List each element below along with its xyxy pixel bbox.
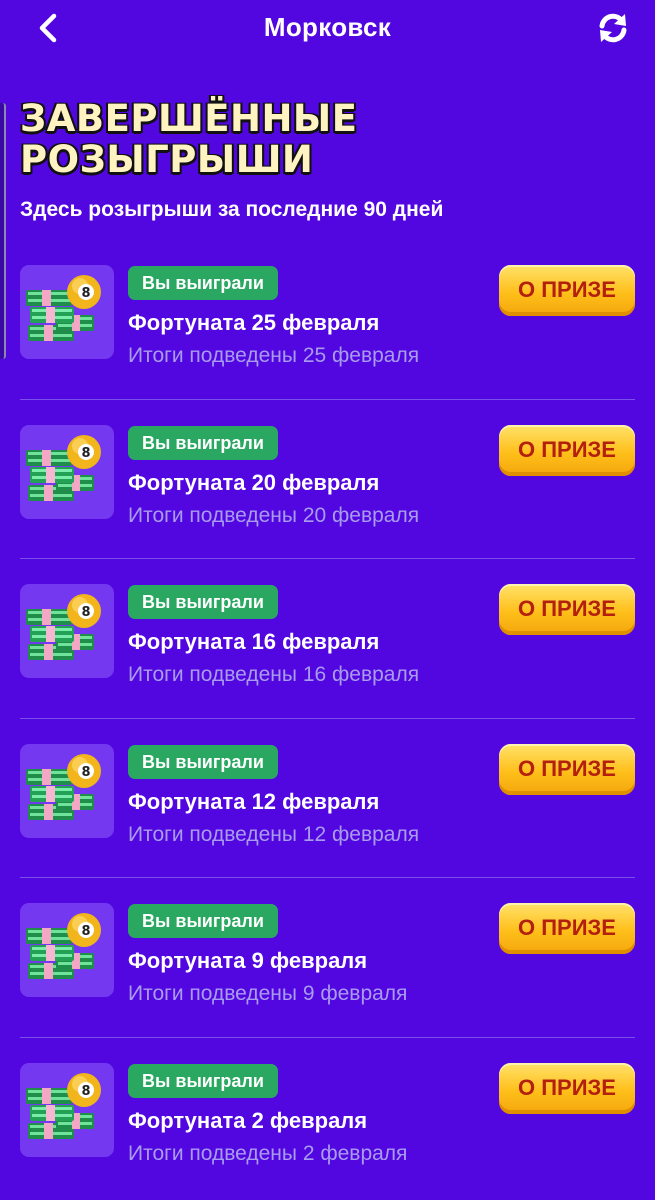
svg-text:8: 8	[81, 605, 90, 620]
svg-text:8: 8	[81, 765, 90, 780]
prize-thumbnail: 8	[20, 584, 114, 679]
draw-list-item[interactable]: 8 Вы выиграли Фортуната 20 февраля Итоги…	[0, 400, 655, 560]
money-stack-lottery-ball-icon: 8	[26, 434, 101, 501]
draw-result-date: Итоги подведены 25 февраля	[128, 344, 420, 367]
draw-list-item[interactable]: 8 Вы выиграли Фортуната 9 февраля Итоги …	[0, 878, 655, 1038]
about-prize-button[interactable]: О ПРИЗЕ	[499, 424, 635, 476]
money-stack-lottery-ball-icon: 8	[26, 913, 101, 980]
about-prize-button[interactable]: О ПРИЗЕ	[499, 265, 635, 316]
about-prize-button[interactable]: О ПРИЗЕ	[499, 903, 635, 955]
refresh-button[interactable]	[593, 8, 633, 48]
money-stack-lottery-ball-icon: 8	[26, 753, 101, 820]
prize-thumbnail: 8	[20, 903, 114, 998]
draw-title: Фортуната 9 февраля	[128, 948, 368, 974]
draw-result-date: Итоги подведены 2 февраля	[128, 1141, 408, 1165]
prize-thumbnail: 8	[20, 265, 114, 359]
about-prize-button[interactable]: О ПРИЗЕ	[499, 743, 635, 795]
draw-title: Фортуната 2 февраля	[128, 1107, 368, 1133]
won-status-badge: Вы выиграли	[128, 266, 278, 300]
refresh-icon	[599, 13, 627, 43]
draw-title: Фортуната 12 февраля	[128, 788, 380, 814]
draw-list-item[interactable]: 8 Вы выиграли Фортуната 2 февраля Итоги …	[0, 1038, 655, 1198]
svg-text:8: 8	[81, 446, 90, 461]
draw-result-date: Итоги подведены 20 февраля	[128, 503, 420, 527]
draw-title: Фортуната 20 февраля	[128, 469, 380, 495]
draw-list-item[interactable]: 8 Вы выиграли Фортуната 16 февраля Итоги…	[0, 559, 655, 719]
page-heading: ЗАВЕРШЁННЫЕ РОЗЫГРЫШИ	[20, 98, 358, 180]
won-status-badge: Вы выиграли	[128, 904, 278, 939]
heading-line-2: РОЗЫГРЫШИ	[20, 138, 314, 181]
draw-list-item[interactable]: 8 Вы выиграли Фортуната 12 февраля Итоги…	[0, 719, 655, 879]
svg-text:8: 8	[81, 1084, 90, 1099]
won-status-badge: Вы выиграли	[128, 585, 278, 620]
about-prize-button[interactable]: О ПРИЗЕ	[499, 584, 635, 636]
heading-line-1: ЗАВЕРШЁННЫЕ	[20, 97, 358, 140]
draw-title: Фортуната 25 февраля	[128, 310, 380, 335]
draw-title: Фортуната 16 февраля	[128, 629, 380, 655]
svg-text:8: 8	[81, 924, 90, 939]
draw-result-date: Итоги подведены 9 февраля	[128, 982, 408, 1006]
money-stack-lottery-ball-icon: 8	[26, 1072, 101, 1139]
prize-thumbnail: 8	[20, 743, 114, 838]
draws-list: 8 Вы выиграли Фортуната 25 февраля Итоги…	[0, 240, 655, 1198]
top-bar: Морковск	[0, 0, 655, 56]
won-status-badge: Вы выиграли	[128, 1063, 278, 1098]
prize-thumbnail: 8	[20, 424, 114, 519]
page-title: Морковск	[263, 12, 392, 42]
draw-list-item[interactable]: 8 Вы выиграли Фортуната 25 февраля Итоги…	[0, 240, 655, 400]
won-status-badge: Вы выиграли	[128, 425, 278, 460]
draw-result-date: Итоги подведены 16 февраля	[128, 663, 420, 687]
svg-text:8: 8	[81, 286, 90, 301]
money-stack-lottery-ball-icon: 8	[26, 594, 101, 661]
won-status-badge: Вы выиграли	[128, 744, 278, 779]
prize-thumbnail: 8	[20, 1062, 114, 1157]
draw-result-date: Итоги подведены 12 февраля	[128, 822, 420, 846]
money-stack-lottery-ball-icon: 8	[26, 275, 101, 341]
page-subtitle: Здесь розыгрыши за последние 90 дней	[20, 198, 444, 221]
about-prize-button[interactable]: О ПРИЗЕ	[499, 1062, 635, 1114]
